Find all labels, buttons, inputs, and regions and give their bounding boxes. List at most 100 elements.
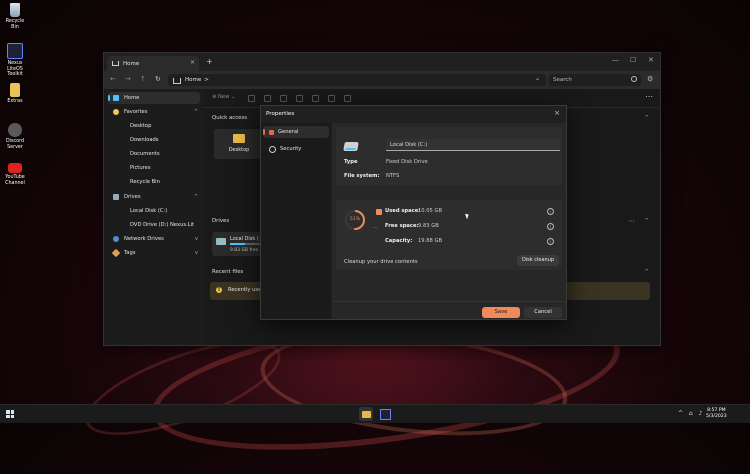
nav-item-security[interactable]: Security (263, 143, 329, 155)
new-button-label: New (218, 94, 230, 100)
usage-percent: 51% (349, 217, 361, 222)
address-input[interactable]: Home > (168, 74, 546, 86)
delete-icon[interactable] (328, 95, 335, 102)
search-input[interactable]: Search (549, 74, 641, 86)
sidebar-item-home[interactable]: Home (108, 92, 200, 104)
sidebar-item-network-drives[interactable]: Network Drives v (108, 233, 200, 245)
drive-name: Local Disk ( (230, 236, 259, 242)
back-arrow-icon[interactable]: ← (110, 75, 116, 83)
desktop-icon-youtube[interactable]: YouTube Channel (2, 163, 28, 186)
sidebar-item-recycle-bin[interactable]: Recycle Bin (108, 176, 200, 188)
taskbar-nexus-icon[interactable] (378, 407, 392, 421)
sidebar-item-desktop[interactable]: Desktop (108, 120, 200, 132)
chevron-down-icon[interactable]: v (195, 236, 198, 242)
close-window-icon[interactable]: ✕ (648, 56, 654, 64)
more-options-icon[interactable]: ⋯ (628, 217, 635, 225)
sidebar-item-favorites[interactable]: Favorites ^ (108, 106, 200, 118)
sidebar-item-downloads[interactable]: Downloads (108, 134, 200, 146)
new-tab-button[interactable]: + (206, 57, 213, 66)
general-icon (269, 129, 274, 135)
sidebar-item-label: Home (124, 95, 140, 101)
cut-icon[interactable] (248, 95, 255, 102)
tab-close-icon[interactable]: × (190, 59, 195, 66)
tag-icon (111, 248, 121, 258)
drive-icon (216, 238, 226, 245)
star-icon (113, 109, 119, 115)
file-icon (10, 83, 20, 97)
capacity-row: Capacity: 19.88 GB i (376, 238, 556, 248)
up-arrow-icon[interactable]: ↑ (140, 75, 146, 83)
desktop-icon-label: YouTube Channel (5, 175, 25, 186)
sidebar-item-label: Drives (124, 194, 141, 200)
chevron-down-icon[interactable]: v (195, 250, 198, 256)
sidebar-item-label: DVD Drive (D:) Nexus.Lit (130, 222, 195, 228)
nav-item-general[interactable]: General (263, 126, 329, 138)
new-button[interactable]: ⊕ New ⌄ (212, 94, 235, 100)
sidebar-item-documents[interactable]: Documents (108, 148, 200, 160)
sidebar-item-tags[interactable]: Tags v (108, 247, 200, 259)
save-button[interactable]: Save (482, 307, 520, 318)
more-options-icon[interactable]: ⋯ (645, 92, 653, 101)
discord-icon (8, 123, 22, 137)
share-icon[interactable] (312, 95, 319, 102)
drive-usage-fill (230, 243, 246, 245)
info-icon[interactable]: i (547, 208, 554, 215)
space-usage-card: 51% ... Used space: 10.05 GB i Free spac… (336, 200, 562, 270)
system-tray[interactable]: ^ ⌂ ♪ (678, 410, 704, 417)
shield-icon (269, 145, 276, 153)
sidebar-item-pictures[interactable]: Pictures (108, 162, 200, 174)
dialog-close-icon[interactable]: × (554, 109, 560, 117)
drive-tile-local-disk[interactable]: Local Disk ( 9.83 GB free o (212, 232, 264, 256)
tab-label: Home (123, 60, 140, 67)
sidebar-item-label: Network Drives (124, 236, 164, 242)
address-bar-row: ← → ↑ ↻ Home > ⌄ Search ⚙ (104, 71, 660, 89)
sidebar-item-label: Recycle Bin (130, 179, 160, 185)
desktop-icon-extras[interactable]: Extras (2, 83, 28, 105)
desktop-icon-recycle-bin[interactable]: Recycle Bin (2, 3, 28, 30)
home-icon (173, 78, 181, 84)
quick-access-tile-desktop[interactable]: Desktop (214, 129, 264, 159)
tab-home[interactable]: Home × (107, 56, 199, 71)
desktop-icon-discord[interactable]: Discord Server (2, 123, 28, 150)
free-space-row: Free space: 9.83 GB i (376, 223, 556, 233)
disk-cleanup-button[interactable]: Disk cleanup (517, 255, 559, 266)
desktop-icon-nexus-toolkit[interactable]: Nexus LiteOS Toolkit (2, 43, 28, 78)
chevron-up-icon[interactable]: ^ (645, 218, 649, 224)
footer-divider (332, 301, 566, 302)
cancel-button[interactable]: Cancel (524, 307, 562, 318)
chevron-up-icon[interactable]: ^ (645, 269, 649, 275)
info-icon[interactable]: i (547, 238, 554, 245)
sidebar-item-local-disk[interactable]: Local Disk (C:) (108, 205, 200, 217)
drive-name-input[interactable]: Local Disk (C:) (386, 139, 560, 151)
chevron-up-icon[interactable]: ^ (645, 115, 649, 121)
sidebar-item-label: Downloads (130, 137, 159, 143)
chevron-up-icon[interactable]: ^ (194, 194, 198, 200)
capacity-value: 19.88 GB (418, 238, 443, 244)
copy-icon[interactable] (264, 95, 271, 102)
sidebar-item-dvd-drive[interactable]: DVD Drive (D:) Nexus.Lit (108, 219, 200, 231)
paste-icon[interactable] (280, 95, 287, 102)
windows-start-icon[interactable] (6, 410, 14, 418)
taskbar-file-explorer-icon[interactable] (359, 407, 373, 421)
banner-text: Recently use (228, 287, 262, 293)
desktop-icon-label: Recycle Bin (5, 19, 25, 30)
free-space-value: 9.83 GB (418, 223, 439, 229)
sidebar-item-drives[interactable]: Drives ^ (108, 191, 200, 203)
taskbar-clock[interactable]: 8:57 PM 5/3/2023 (706, 408, 727, 420)
rename-icon[interactable] (296, 95, 303, 102)
forward-arrow-icon[interactable]: → (125, 75, 131, 83)
chevron-down-icon[interactable]: ⌄ (535, 75, 540, 82)
info-icon[interactable]: i (547, 223, 554, 230)
minimize-icon[interactable]: — (612, 56, 619, 64)
chevron-up-icon[interactable]: ^ (194, 109, 198, 115)
maximize-icon[interactable]: ☐ (630, 56, 636, 64)
properties-icon[interactable] (344, 95, 351, 102)
nav-item-label: General (278, 129, 299, 135)
drive-info-card: Local Disk (C:) Type Fixed Disk Drive Fi… (336, 127, 562, 185)
sidebar-item-label: Local Disk (C:) (130, 208, 168, 214)
settings-gear-icon[interactable]: ⚙ (647, 75, 653, 83)
refresh-icon[interactable]: ↻ (155, 75, 161, 83)
desktop-icon-label: Extras (7, 99, 23, 104)
type-label: Type (344, 159, 358, 165)
home-icon (112, 61, 119, 66)
